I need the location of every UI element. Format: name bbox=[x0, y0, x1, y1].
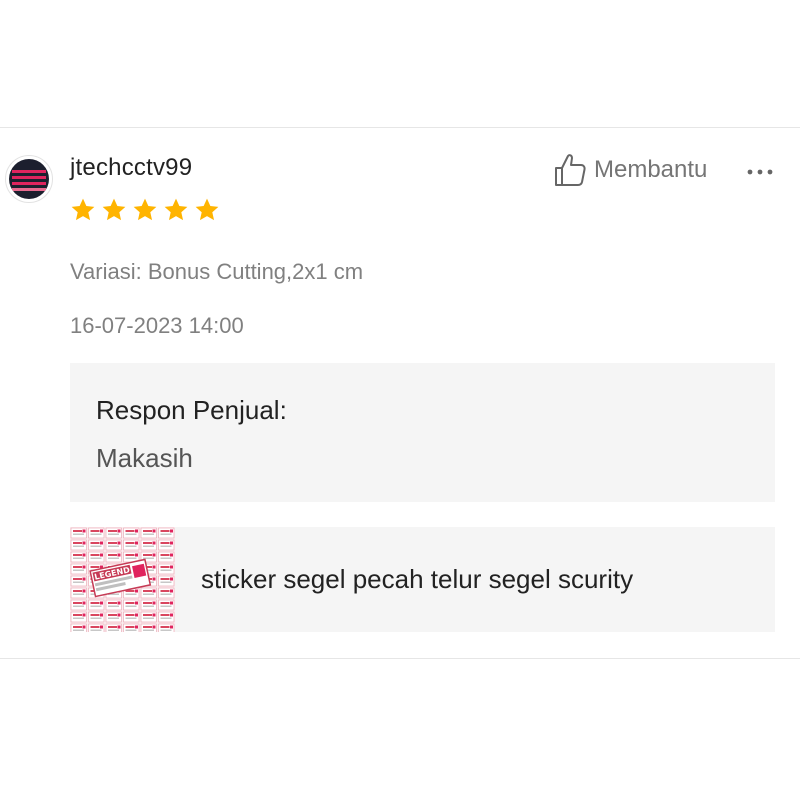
product-thumbnail: LEGEND bbox=[70, 527, 175, 632]
thumbs-up-icon bbox=[555, 154, 586, 186]
top-divider bbox=[0, 127, 800, 128]
helpful-button[interactable]: Membantu bbox=[554, 153, 707, 187]
star-icon bbox=[133, 198, 157, 221]
star-icon bbox=[195, 198, 219, 221]
seller-response-message: Makasih bbox=[96, 443, 193, 473]
star-icon bbox=[102, 198, 126, 221]
bottom-divider bbox=[0, 658, 800, 659]
seller-response-title: Respon Penjual: bbox=[96, 395, 287, 425]
product-card[interactable]: LEGEND sticker segel pecah telur segel s… bbox=[70, 527, 775, 632]
reviewer-username[interactable]: jtechcctv99 bbox=[70, 154, 192, 182]
more-options-icon[interactable] bbox=[742, 158, 778, 186]
seller-response-box: Respon Penjual: Makasih bbox=[70, 363, 775, 502]
avatar-image bbox=[9, 159, 49, 199]
helpful-label: Membantu bbox=[594, 156, 708, 183]
avatar[interactable] bbox=[5, 155, 53, 203]
star-icon bbox=[164, 198, 188, 221]
rating-stars bbox=[70, 197, 220, 223]
star-icon bbox=[71, 198, 95, 221]
review-page: jtechcctv99 Membantu Variasi: Bonus Cutt… bbox=[0, 0, 800, 800]
product-name: sticker segel pecah telur segel scurity bbox=[201, 564, 634, 594]
variation-text: Variasi: Bonus Cutting,2x1 cm bbox=[70, 259, 364, 284]
review-timestamp: 16-07-2023 14:00 bbox=[70, 313, 244, 338]
